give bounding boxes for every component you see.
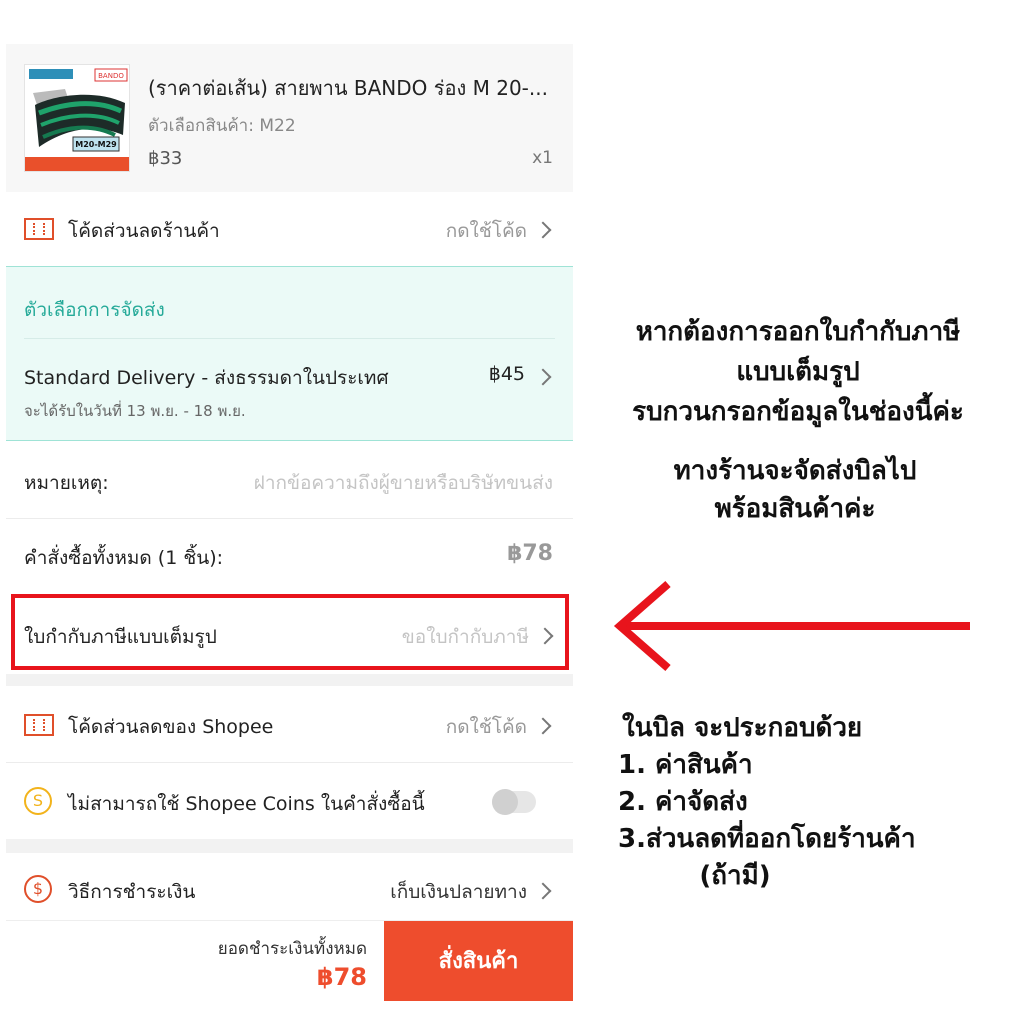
annotation-line: ทางร้านจะจัดส่งบิลไป — [673, 456, 917, 486]
shipping-price: ฿45 — [488, 363, 525, 385]
payment-row[interactable]: $ วิธีการชำระเงิน เก็บเงินปลายทาง — [6, 853, 573, 920]
coin-icon: S — [24, 787, 52, 815]
shipping-method: Standard Delivery - ส่งธรรมดาในประเทศ — [24, 367, 389, 389]
bill-item: 3.ส่วนลดที่ออกโดยร้านค้า — [618, 824, 916, 854]
payment-method: เก็บเงินปลายทาง — [390, 881, 527, 903]
annotation-line: พร้อมสินค้าค่ะ — [714, 494, 876, 524]
bill-title: ในบิล จะประกอบด้วย — [622, 713, 863, 743]
order-total-row: คำสั่งซื้อทั้งหมด (1 ชิ้น): ฿78 — [6, 519, 573, 591]
checkout-bar: ยอดชำระเงินทั้งหมด ฿78 สั่งสินค้า — [6, 920, 573, 1001]
shop-voucher-action[interactable]: กดใช้โค้ด — [446, 216, 527, 246]
shopee-voucher-row[interactable]: โค้ดส่วนลดของ Shopee กดใช้โค้ด — [6, 686, 573, 762]
product-variant: ตัวเลือกสินค้า: M22 — [148, 116, 296, 136]
coins-row: S ไม่สามารถใช้ Shopee Coins ในคำสั่งซื้อ… — [6, 763, 573, 839]
grand-total-label: ยอดชำระเงินทั้งหมด — [217, 939, 367, 959]
shipping-options[interactable]: ตัวเลือกการจัดส่ง Standard Delivery - ส่… — [6, 266, 573, 441]
product-item[interactable]: BANDO M20-M29 (ราคาต่อเส้น) สายพาน BANDO… — [6, 44, 573, 192]
checkout-screen: BANDO M20-M29 (ราคาต่อเส้น) สายพาน BANDO… — [6, 44, 573, 1001]
section-gap — [6, 674, 573, 686]
product-price: ฿33 — [148, 148, 183, 169]
chevron-right-icon — [534, 368, 552, 386]
dollar-icon: $ — [24, 875, 52, 903]
shop-voucher-row[interactable]: โค้ดส่วนลดร้านค้า กดใช้โค้ด — [6, 192, 573, 266]
chevron-right-icon — [534, 717, 552, 735]
order-total-label: คำสั่งซื้อทั้งหมด (1 ชิ้น): — [24, 547, 224, 569]
chevron-right-icon — [534, 221, 552, 239]
grand-total-value: ฿78 — [316, 963, 367, 991]
bill-annotation: ในบิล จะประกอบด้วย 1. ค่าสินค้า 2. ค่าจั… — [600, 710, 1020, 895]
coins-label: ไม่สามารถใช้ Shopee Coins ในคำสั่งซื้อนี… — [68, 793, 425, 815]
product-quantity: x1 — [532, 148, 553, 168]
shipping-eta: จะได้รับในวันที่ 13 พ.ย. - 18 พ.ย. — [24, 402, 246, 420]
section-gap — [6, 839, 573, 853]
note-input[interactable]: ฝากข้อความถึงผู้ขายหรือบริษัทขนส่ง — [254, 468, 553, 498]
voucher-icon — [24, 714, 54, 736]
bill-item: 2. ค่าจัดส่ง — [618, 787, 748, 817]
order-total-value: ฿78 — [507, 541, 553, 566]
annotation-line: รบกวนกรอกข้อมูลในช่องนี้ค่ะ — [632, 397, 964, 427]
product-title: (ราคาต่อเส้น) สายพาน BANDO ร่อง M 20-... — [148, 76, 548, 100]
chevron-right-icon — [534, 882, 552, 900]
note-row[interactable]: หมายเหตุ: ฝากข้อความถึงผู้ขายหรือบริษัทข… — [6, 442, 573, 518]
note-label: หมายเหตุ: — [24, 472, 109, 494]
pointer-arrow — [613, 580, 970, 672]
annotation-line: แบบเต็มรูป — [736, 357, 860, 387]
image-brand-text: BANDO — [98, 72, 124, 80]
bill-item: 1. ค่าสินค้า — [618, 750, 753, 780]
bill-item-note: (ถ้ามี) — [699, 861, 771, 891]
shipping-annotation: ทางร้านจะจัดส่งบิลไป พร้อมสินค้าค่ะ — [590, 452, 1000, 528]
shopee-voucher-label: โค้ดส่วนลดของ Shopee — [68, 716, 274, 738]
annotation-line: หากต้องการออกใบกำกับภาษี — [635, 317, 961, 347]
place-order-button[interactable]: สั่งสินค้า — [384, 921, 573, 1001]
voucher-icon — [24, 218, 54, 240]
invoice-annotation: หากต้องการออกใบกำกับภาษี แบบเต็มรูป รบกว… — [578, 312, 1018, 432]
shopee-voucher-action[interactable]: กดใช้โค้ด — [446, 712, 527, 742]
shipping-heading: ตัวเลือกการจัดส่ง — [24, 299, 165, 321]
product-image: BANDO M20-M29 — [24, 64, 130, 172]
divider — [24, 338, 555, 339]
coins-toggle[interactable] — [492, 789, 536, 815]
highlight-box — [11, 594, 569, 670]
payment-label: วิธีการชำระเงิน — [68, 881, 196, 903]
toggle-knob — [492, 789, 518, 815]
image-range-text: M20-M29 — [75, 140, 117, 149]
shop-voucher-label: โค้ดส่วนลดร้านค้า — [68, 220, 220, 242]
